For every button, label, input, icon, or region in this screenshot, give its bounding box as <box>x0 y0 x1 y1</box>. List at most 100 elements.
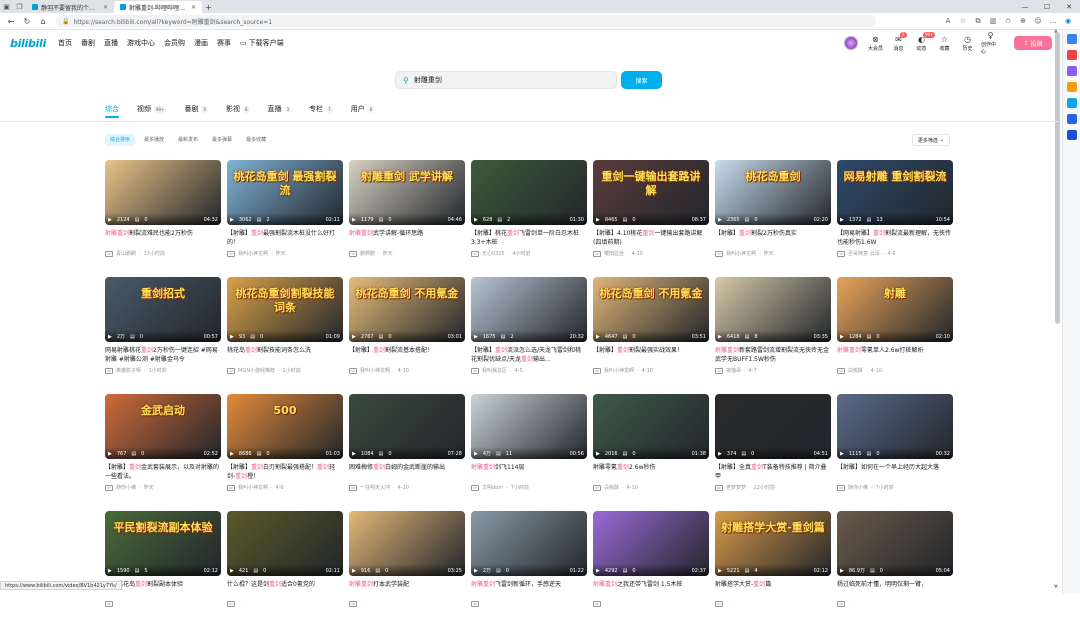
video-card[interactable]: ▶ 86.9万 ▤ 0 05:04 杨过临死前才懂，明明仅剩一臂， UP · <box>837 511 953 628</box>
header-message[interactable]: ✉ 2 消息 <box>889 31 908 52</box>
tab-user[interactable]: 用户 8 <box>351 103 375 115</box>
video-title[interactable]: 网易射雕桃花重剑2万秒伤一键连招 #网易射雕 #射雕公测 #射雕金乌令 <box>105 346 221 364</box>
video-title[interactable]: 射雕重剑飞雷剑新循环，手感逆天 <box>471 580 587 598</box>
video-thumbnail[interactable]: 平民割裂流副本体验 ▶ 1590 ▤ 5 02:12 <box>105 511 221 576</box>
search-sidebar-icon[interactable] <box>1066 34 1077 44</box>
tab-article[interactable]: 专栏 7 <box>309 103 333 115</box>
avatar[interactable] <box>844 36 858 50</box>
split-screen-icon[interactable]: ▥ <box>987 15 999 27</box>
header-history[interactable]: ◷ 历史 <box>958 35 977 52</box>
video-title[interactable]: 射雕重剑之我还带飞雷剑 1.5木桩 <box>593 580 709 598</box>
video-card[interactable]: ▶ 374 ▤ 0 04:51 【射雕】全真重剑T装备特技推荐 | 简介叠甲 UP 老梦梦梦 ·… <box>715 394 831 511</box>
video-thumbnail[interactable]: ▶ 2016 ▤ 0 01:38 <box>593 394 709 459</box>
video-card[interactable]: 射雕重剑 武学讲解 ▶ 1179 ▤ 0 04:46 射雕重剑武学讲解-循环思路 UP 鹏啊鹏 ·… <box>349 160 465 277</box>
video-card[interactable]: 金武启动 ▶ 767 ▤ 0 02:52 【射雕】重剑金武套装展示，以及对射雕的一些看法。 U… <box>105 394 221 511</box>
video-author[interactable]: 一往明天火冲 <box>360 484 390 491</box>
close-tab-icon[interactable]: ✕ <box>103 4 108 11</box>
video-author[interactable]: 丞哥随意-云泽 <box>848 250 880 257</box>
scrollbar-thumb[interactable] <box>1055 32 1060 324</box>
upload-button[interactable]: ⇪ 投稿 <box>1014 36 1052 50</box>
video-author[interactable]: 我叫小神龙啊 <box>726 250 756 257</box>
search-input[interactable]: ⚲ 射雕重剑 <box>395 71 617 89</box>
video-title[interactable]: 平民桃花岛重剑割裂副本体验 <box>105 580 221 598</box>
office-sidebar-icon[interactable] <box>1066 98 1077 108</box>
header-vip[interactable]: ⊗ 大会员 <box>866 35 885 52</box>
video-thumbnail[interactable]: ▶ 1084 ▤ 0 07:28 <box>349 394 465 459</box>
video-card[interactable]: 射雕 ▶ 1284 ▤ 0 02:10 射雕重剑零氪单人2.6w打桩解析 UP 白桃酥 · 4-10 <box>837 277 953 394</box>
video-card[interactable]: 重剑一键输出套路讲解 ▶ 8465 ▤ 0 08:37 【射雕】4.10桃花重剑一键输出套路… <box>593 160 709 277</box>
video-title[interactable]: 【射雕】重剑割裂最强实战效果！ <box>593 346 709 364</box>
video-thumbnail[interactable]: 金武启动 ▶ 767 ▤ 0 02:52 <box>105 394 221 459</box>
collections-icon[interactable]: ⊕ <box>1017 15 1029 27</box>
video-thumbnail[interactable]: ▶ 2124 ▤ 0 04:32 <box>105 160 221 225</box>
scroll-down-icon[interactable]: ▼ <box>1054 584 1058 590</box>
video-thumbnail[interactable]: ▶ 86.9万 ▤ 0 05:04 <box>837 511 953 576</box>
video-thumbnail[interactable]: 500 ▶ 8686 ▤ 0 01:03 <box>227 394 343 459</box>
video-title[interactable]: 【网易射雕】重剑割裂流最新理解，无侠传也能秒伤1.6W <box>837 229 953 247</box>
video-title[interactable]: 射雕重剑剑飞114层 <box>471 463 587 481</box>
video-author[interactable]: 随你小佛 <box>116 484 136 491</box>
nav-link-manga[interactable]: 漫画 <box>194 38 208 48</box>
url-field[interactable]: 🔒 https://search.bilibili.com/all?keywor… <box>56 15 876 27</box>
sort-newest[interactable]: 最新发布 <box>173 134 203 146</box>
video-author[interactable]: 无心0325 <box>482 250 505 257</box>
word-sidebar-icon[interactable] <box>1066 130 1077 140</box>
video-title[interactable]: 射雕重剑武学讲解-循环思路 <box>349 229 465 247</box>
nav-link-esports[interactable]: 赛事 <box>217 38 231 48</box>
video-title[interactable]: 困难梅修重剑白姆的金武断崖的输出 <box>349 463 465 481</box>
tab-bangumi[interactable]: 番剧 0 <box>184 103 208 115</box>
sort-most-played[interactable]: 最多播放 <box>139 134 169 146</box>
sort-most-danmaku[interactable]: 最多弹幕 <box>207 134 237 146</box>
more-filter-button[interactable]: 更多筛选 ⌄ <box>912 134 950 146</box>
search-button[interactable]: 搜索 <box>621 71 662 89</box>
nav-link-mall[interactable]: 会员购 <box>164 38 185 48</box>
video-title[interactable]: 射雕搭学大赏-重剑篇 <box>715 580 831 598</box>
video-card[interactable]: ▶ 4万 ▤ 11 00:56 射雕重剑剑飞114层 UP 文明dom · 7小时前 <box>471 394 587 511</box>
video-title[interactable]: 【射雕】重剑流派怎么选/天龙飞雷剑和桃花割裂优缺点/天龙重剑输出... <box>471 346 587 364</box>
video-thumbnail[interactable]: ▶ 421 ▤ 0 02:11 <box>227 511 343 576</box>
tools-sidebar-icon[interactable] <box>1066 66 1077 76</box>
video-thumbnail[interactable]: 桃花岛重剑 不用氪金 ▶ 2767 ▤ 0 03:01 <box>349 277 465 342</box>
video-title[interactable]: 射雕重剑零氪单人2.6w打桩解析 <box>837 346 953 364</box>
video-card[interactable]: 射雕搭学大赏-重剑篇 ▶ 5221 ▤ 4 02:12 射雕搭学大赏-重剑篇 UP · <box>715 511 831 628</box>
video-title[interactable]: 杨过临死前才懂，明明仅剩一臂， <box>837 580 953 598</box>
video-title[interactable]: 桃花岛重剑割裂技能词条怎么洗 <box>227 346 343 364</box>
maximize-icon[interactable]: ☐ <box>1036 0 1058 13</box>
video-title[interactable]: 【射雕】重剑割裂流基本搭配！ <box>349 346 465 364</box>
browser-tab-0[interactable]: 静羽不要留我的个人空间-静羽 ✕ <box>26 1 114 13</box>
video-thumbnail[interactable]: 网易射雕 重剑割裂流 ▶ 1372 ▤ 13 10:54 <box>837 160 953 225</box>
video-thumbnail[interactable]: ▶ 1115 ▤ 0 00:32 <box>837 394 953 459</box>
video-thumbnail[interactable]: 射雕重剑 武学讲解 ▶ 1179 ▤ 0 04:46 <box>349 160 465 225</box>
video-thumbnail[interactable]: 射雕搭学大赏-重剑篇 ▶ 5221 ▤ 4 02:12 <box>715 511 831 576</box>
tab-collections-icon[interactable]: ❐ <box>13 0 26 13</box>
video-card[interactable]: 桃花岛重剑 ▶ 2365 ▤ 0 02:20 【射雕】重剑割裂2万秒伤真实 UP 我叫小神龙啊 ·… <box>715 160 831 277</box>
video-thumbnail[interactable]: ▶ 916 ▤ 0 03:25 <box>349 511 465 576</box>
menu-icon[interactable]: … <box>1047 15 1059 27</box>
refresh-icon[interactable]: ↻ <box>20 14 34 28</box>
video-card[interactable]: 桃花岛重剑 最强割裂流 ▶ 3062 ▤ 2 02:11 【射雕】重剑最强割裂流木桩没什么好… <box>227 160 343 277</box>
video-author[interactable]: 老梦梦梦 <box>726 484 746 491</box>
outlook-sidebar-icon[interactable] <box>1066 114 1077 124</box>
video-thumbnail[interactable]: ▶ 4292 ▤ 0 02:37 <box>593 511 709 576</box>
nav-link-home[interactable]: 首页 <box>58 38 72 48</box>
home-icon[interactable]: ⌂ <box>36 14 50 28</box>
video-thumbnail[interactable]: 射雕 ▶ 1284 ▤ 0 02:10 <box>837 277 953 342</box>
video-title[interactable]: 射雕重剑打本武学装配 <box>349 580 465 598</box>
favorite-star-icon[interactable]: ☆ <box>957 15 969 27</box>
video-title[interactable]: 【射雕】桃花重剑飞雷剑单一阶白忍木桩3.3+木桩 <box>471 229 587 247</box>
nav-link-game-center[interactable]: 游戏中心 <box>127 38 155 48</box>
video-card[interactable]: 重剑招式 ▶ 2万 ▤ 0 00:57 网易射雕桃花重剑2万秒伤一键连招 #网易射雕 #射雕… <box>105 277 221 394</box>
video-card[interactable]: ▶ 2016 ▤ 0 01:38 射雕零氪重剑2.6w秒伤 UP 白桃酥 · 4-10 <box>593 394 709 511</box>
favorites-icon[interactable]: ✩ <box>1002 15 1014 27</box>
video-card[interactable]: ▶ 2124 ▤ 0 04:32 射雕重剑割裂流难民也能2万秒伤 UP 青山刷刷 · 13小时前 <box>105 160 221 277</box>
browser-tab-1[interactable]: 射雕重剑-哔哩哔哩_Bilibili ✕ <box>114 1 202 13</box>
video-title[interactable]: 【射雕】如何在一个早上经历大起大落 <box>837 463 953 481</box>
games-sidebar-icon[interactable] <box>1066 82 1077 92</box>
video-title[interactable]: 射雕重剑新套路雷剑流增割裂流无侠传无金武学无BUFF1.5W秒伤 <box>715 346 831 364</box>
download-client-link[interactable]: ▭ 下载客户端 <box>240 38 284 48</box>
tab-video[interactable]: 视频 99+ <box>137 103 167 115</box>
shopping-sidebar-icon[interactable] <box>1066 50 1077 60</box>
close-tab-icon[interactable]: ✕ <box>191 4 196 11</box>
video-author[interactable]: 我叫小神龙啊 <box>238 484 268 491</box>
video-thumbnail[interactable]: 桃花岛重剑 最强割裂流 ▶ 3062 ▤ 2 02:11 <box>227 160 343 225</box>
